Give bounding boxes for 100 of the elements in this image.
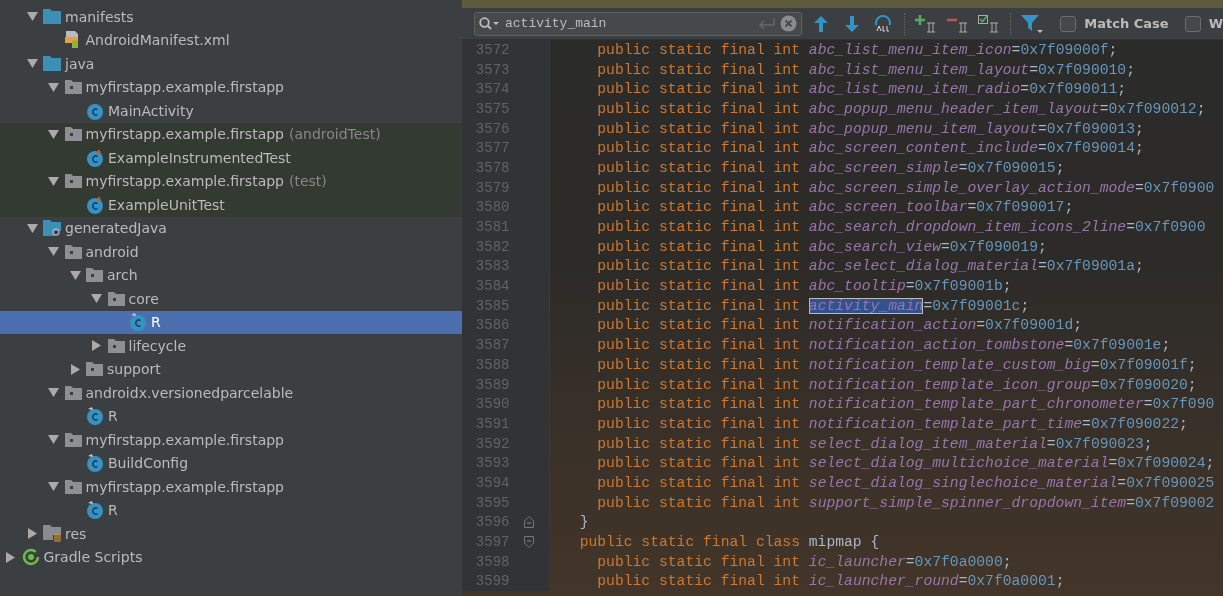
package-folder-icon (64, 80, 82, 95)
find-all-icon (873, 14, 894, 33)
code-line: public static final int notification_template_icon_group=0x7f090020; (596, 376, 1197, 393)
code-line: public static final int notification_action_tombstone=0x7f09001e; (596, 337, 1171, 354)
code-line: public static final int notification_template_part_chronometer=0x7f090 (596, 396, 1215, 413)
code-line: public static final int abc_screen_simple_overlay_action_mode=0x7f0900 (596, 179, 1215, 196)
code-line: public static final int ic_launcher=0x7f0a0000; (596, 553, 1012, 570)
tree-item[interactable]: Gradle Scripts (0, 545, 462, 569)
tree-item[interactable]: support (0, 357, 462, 381)
package-folder-icon (64, 174, 82, 189)
tree-item[interactable]: res (0, 522, 462, 546)
select-all-icon (978, 14, 1001, 33)
expand-arrow-icon[interactable] (26, 223, 38, 233)
code-line: public static final int select_dialog_item_material=0x7f090023; (596, 435, 1153, 452)
tree-item[interactable]: myfirstapp.example.firstapp (0, 475, 462, 499)
class-icon (86, 101, 104, 120)
tree-item[interactable]: core (0, 287, 462, 311)
code-line: public static final int support_simple_spinner_dropdown_item=0x7f09002 (596, 494, 1215, 511)
expand-arrow-icon[interactable] (26, 12, 38, 22)
search-field[interactable]: activity_main (474, 11, 802, 36)
resource-folder-icon (43, 525, 61, 543)
code-line: public static final int notification_action=0x7f09001d; (596, 317, 1083, 334)
search-icon[interactable] (479, 16, 499, 31)
collapse-arrow-icon[interactable] (70, 363, 80, 375)
add-selection-icon (915, 14, 938, 33)
expand-arrow-icon[interactable] (48, 82, 60, 92)
expand-arrow-icon[interactable] (48, 435, 60, 445)
down-arrow-icon (845, 15, 860, 32)
tree-item[interactable]: androidx.versionedparcelable (0, 381, 462, 405)
search-option-checkbox[interactable]: Match Case (1060, 15, 1169, 32)
tree-item[interactable]: ExampleInstrumentedTest (0, 146, 462, 170)
clear-icon[interactable] (779, 15, 797, 32)
test-class-icon (86, 148, 104, 167)
tree-item[interactable]: java (0, 52, 462, 76)
code-line: public static final int abc_screen_content_include=0x7f090014; (596, 140, 1144, 157)
expand-arrow-icon[interactable] (48, 129, 60, 139)
package-folder-icon (64, 127, 82, 142)
code-line: public static final int notification_template_custom_big=0x7f09001f; (596, 356, 1197, 373)
tree-item[interactable]: R (0, 310, 462, 334)
tree-item[interactable]: MainActivity (0, 99, 462, 123)
code-line: public static final int abc_search_dropdown_item_icons_2line=0x7f0900 (596, 219, 1206, 236)
package-folder-icon (64, 432, 82, 447)
tree-item[interactable]: myfirstapp.example.firstapp (androidTest) (0, 122, 462, 146)
tree-item[interactable]: lifecycle (0, 334, 462, 358)
code-line: public static final int notification_template_part_time=0x7f090022; (596, 415, 1188, 432)
tree-item[interactable]: ExampleUnitTest (0, 193, 462, 217)
search-option-checkbox[interactable]: W (1184, 15, 1223, 32)
tree-item[interactable]: manifests (0, 5, 462, 29)
collapse-arrow-icon[interactable] (92, 340, 102, 352)
package-folder-icon (64, 385, 82, 400)
code-line: public static final int abc_select_dialog_material=0x7f09001a; (596, 258, 1144, 275)
tree-item[interactable]: android (0, 240, 462, 264)
code-line: public static final class mipmap { (578, 534, 880, 551)
tree-item[interactable]: BuildConfig (0, 451, 462, 475)
package-folder-icon (86, 362, 103, 377)
code-line: public static final int abc_screen_simple=0x7f090015; (596, 159, 1065, 176)
code-line: public static final int abc_popup_menu_item_layout=0x7f090013; (596, 120, 1144, 137)
tree-item[interactable]: R (0, 404, 462, 428)
fold-marker-icon[interactable] (524, 536, 535, 549)
expand-arrow-icon[interactable] (48, 176, 60, 186)
code-line: public static final int ic_launcher_round=0x7f0a0001; (596, 573, 1065, 590)
collapse-arrow-icon[interactable] (6, 551, 16, 563)
tree-item[interactable]: myfirstapp.example.firstapp (test) (0, 169, 462, 193)
code-line: public static final int abc_list_menu_item_radio=0x7f090011; (596, 81, 1127, 98)
filter-icon (1020, 13, 1043, 34)
tree-item[interactable]: arch (0, 263, 462, 287)
package-folder-icon (86, 268, 103, 283)
folder-icon (43, 9, 61, 25)
package-folder-icon (107, 338, 125, 353)
package-folder-icon (107, 291, 125, 306)
tree-item[interactable]: myfirstapp.example.firstapp (0, 75, 462, 99)
code-line: public static final int abc_tooltip=0x7f09001b; (596, 278, 1012, 295)
code-line: public static final int abc_screen_toolbar=0x7f090017; (596, 199, 1074, 216)
expand-arrow-icon[interactable] (48, 482, 60, 492)
code-line: public static final int select_dialog_singlechoice_material=0x7f090025 (596, 474, 1215, 491)
expand-arrow-icon[interactable] (69, 270, 81, 280)
enter-icon (757, 17, 776, 30)
package-folder-icon (64, 244, 82, 259)
collapse-arrow-icon[interactable] (27, 528, 37, 540)
search-input[interactable]: activity_main (503, 15, 754, 32)
code-line: } (578, 514, 589, 531)
generated-class-icon (86, 501, 104, 520)
code-line: public static final int abc_popup_menu_header_item_layout=0x7f090012; (596, 100, 1206, 117)
expand-arrow-icon[interactable] (26, 59, 38, 69)
tree-item[interactable]: R (0, 498, 462, 522)
gradle-icon (21, 548, 40, 567)
expand-arrow-icon[interactable] (48, 247, 60, 257)
package-folder-icon (64, 479, 82, 494)
test-class-icon (86, 195, 104, 214)
tree-item[interactable]: AndroidManifest.xml (0, 28, 462, 52)
expand-arrow-icon[interactable] (48, 388, 60, 398)
code-line: public static final int abc_list_menu_item_layout=0x7f090010; (596, 61, 1135, 78)
fold-marker-icon[interactable] (524, 516, 535, 529)
expand-arrow-icon[interactable] (91, 294, 103, 304)
tree-item[interactable]: myfirstapp.example.firstapp (0, 428, 462, 452)
folder-icon (43, 56, 61, 72)
code-line: public static final int select_dialog_multichoice_material=0x7f090024; (596, 455, 1215, 472)
up-arrow-icon (813, 15, 828, 32)
gear-folder-icon (43, 220, 61, 237)
tree-item[interactable]: generatedJava (0, 216, 462, 240)
